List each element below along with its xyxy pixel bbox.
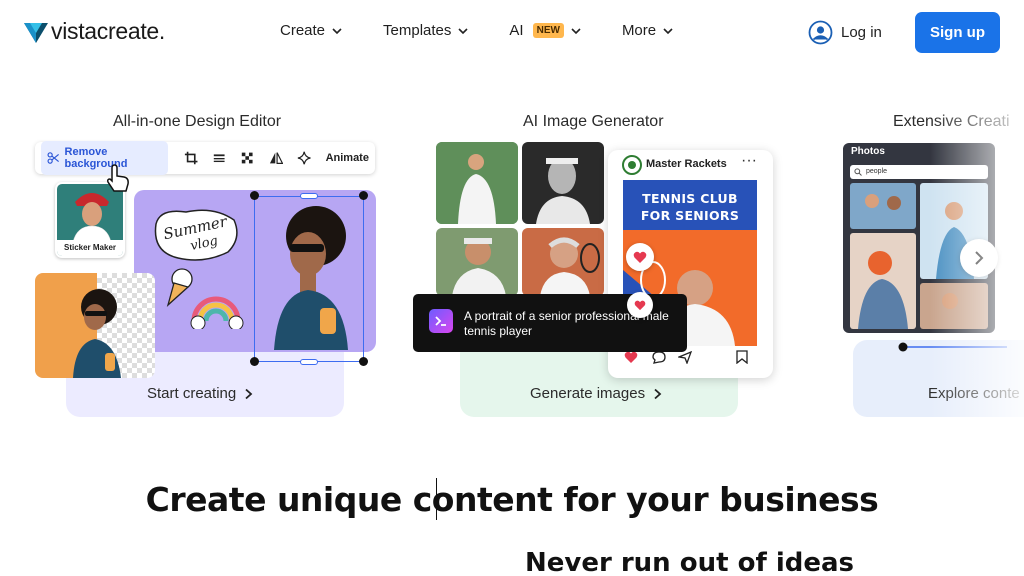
preview-woman-image: [73, 289, 121, 378]
resize-handle[interactable]: [300, 359, 318, 365]
heart-icon[interactable]: [624, 351, 638, 364]
photos-search-input[interactable]: people: [850, 165, 988, 179]
nav-templates-label: Templates: [383, 22, 452, 39]
start-creating-link[interactable]: Start creating: [147, 385, 253, 402]
poster-title-line-2: FOR SENIORS: [640, 208, 740, 223]
nav-templates[interactable]: Templates: [383, 22, 469, 39]
like-bubble: [626, 243, 654, 271]
senior-player-bw-image: [522, 142, 604, 224]
chevron-right-icon: [245, 388, 253, 399]
search-icon: [854, 168, 862, 176]
page-headline: Create unique content for your business: [145, 480, 879, 519]
photos-panel-title: Photos: [851, 146, 885, 157]
nav-create-label: Create: [280, 22, 326, 39]
tennis-photo-2: [522, 142, 604, 224]
start-creating-label: Start creating: [147, 385, 237, 402]
main-nav: Create Templates AI NEW More: [280, 22, 674, 39]
user-icon: [808, 20, 833, 45]
sparkle-icon[interactable]: [297, 150, 311, 166]
chevron-down-icon: [571, 27, 581, 34]
poster-title: TENNIS CLUB FOR SENIORS: [623, 190, 757, 224]
photos-search-value: people: [866, 168, 888, 175]
animate-button[interactable]: Animate: [326, 152, 369, 164]
flip-icon[interactable]: [269, 150, 284, 166]
site-header: vistacreate. Create Templates AI NEW Mor…: [0, 0, 1024, 66]
chevron-right-icon: [975, 251, 984, 265]
photos-panel: Photos people: [843, 143, 995, 333]
editor-toolbar: Remove background Animate: [35, 141, 375, 175]
page-subheadline: Never run out of ideas: [525, 548, 854, 576]
nav-more[interactable]: More: [622, 22, 674, 39]
nav-ai[interactable]: AI NEW: [509, 22, 582, 39]
summer-vlog-sticker: Summer vlog: [154, 209, 238, 261]
explore-content-label: Explore conte: [928, 385, 1020, 402]
like-bubble: [627, 292, 653, 318]
share-icon[interactable]: [678, 351, 692, 364]
comment-icon[interactable]: [652, 351, 666, 364]
tennis-photo-3: [436, 228, 518, 296]
card-title-extensive-creative: Extensive Creati: [893, 113, 1010, 130]
hand-cursor-icon: [107, 164, 129, 192]
transparency-icon[interactable]: [240, 150, 254, 166]
post-account-name: Master Rackets: [646, 158, 727, 170]
resize-handle[interactable]: [300, 193, 318, 199]
nav-create[interactable]: Create: [280, 22, 343, 39]
tennis-photo-4: [522, 228, 604, 296]
smiling-player-image: [436, 228, 518, 296]
more-options-icon[interactable]: ···: [741, 152, 757, 170]
chevron-right-icon: [654, 388, 662, 399]
crop-icon[interactable]: [184, 150, 198, 166]
card-title-design-editor: All-in-one Design Editor: [113, 113, 282, 130]
chevron-down-icon: [458, 27, 468, 34]
rainbow-sticker: [190, 296, 244, 329]
generate-images-label: Generate images: [530, 385, 646, 402]
text-cursor: [436, 478, 437, 520]
poster-title-line-1: TENNIS CLUB: [642, 191, 738, 206]
vistacreate-logo-icon: [24, 22, 48, 43]
tennis-photo-1: [436, 142, 518, 224]
grey-hair-player-image: [522, 228, 604, 296]
resize-handle[interactable]: [359, 357, 368, 366]
selection-box[interactable]: [254, 196, 364, 362]
resize-handle[interactable]: [250, 357, 259, 366]
signup-button[interactable]: Sign up: [915, 12, 1000, 53]
generate-images-link[interactable]: Generate images: [530, 385, 662, 402]
chevron-down-icon: [663, 27, 673, 34]
adjust-icon[interactable]: [212, 150, 226, 166]
terminal-icon: [435, 316, 446, 326]
login-link[interactable]: Log in: [808, 20, 882, 45]
timeline-slider[interactable]: [897, 341, 1007, 353]
heart-icon: [633, 251, 647, 263]
background-removal-preview: [35, 273, 155, 378]
sticker-maker-label: Sticker Maker: [57, 240, 123, 256]
sticker-woman-image: [72, 193, 112, 242]
next-arrow-button[interactable]: [960, 239, 998, 277]
club-avatar-icon: [622, 155, 642, 175]
card-title-ai-image-generator: AI Image Generator: [523, 113, 664, 130]
logo-wordmark: vistacreate.: [51, 18, 166, 44]
chevron-down-icon: [332, 27, 342, 34]
explore-content-link[interactable]: Explore conte: [928, 385, 1020, 402]
vistacreate-logo[interactable]: vistacreate.: [24, 18, 165, 45]
new-badge: NEW: [532, 23, 564, 38]
scissors-icon: [47, 152, 59, 164]
heart-icon: [634, 300, 646, 310]
ai-prompt-icon: [429, 309, 453, 333]
bookmark-icon[interactable]: [736, 350, 748, 364]
login-label: Log in: [841, 24, 882, 41]
nav-ai-label: AI: [509, 22, 524, 39]
resize-handle[interactable]: [250, 191, 259, 200]
resize-handle[interactable]: [359, 191, 368, 200]
nav-more-label: More: [621, 22, 657, 39]
tennis-player-image: [436, 142, 518, 224]
